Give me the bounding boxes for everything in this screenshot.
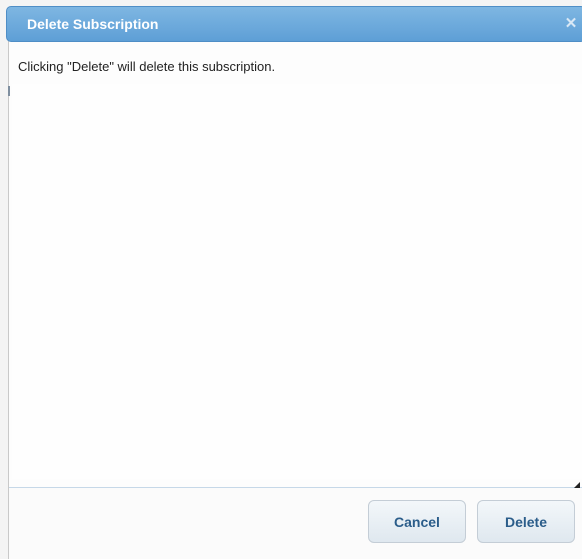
delete-button[interactable]: Delete bbox=[477, 500, 575, 543]
dialog-message: Clicking "Delete" will delete this subsc… bbox=[18, 59, 276, 74]
scroll-indicator bbox=[8, 86, 10, 96]
dialog-title: Delete Subscription bbox=[27, 16, 159, 32]
dialog-content-area bbox=[12, 84, 582, 479]
dialog-titlebar[interactable]: Delete Subscription ✕ bbox=[6, 6, 582, 42]
cancel-button[interactable]: Cancel bbox=[368, 500, 466, 543]
close-icon[interactable]: ✕ bbox=[562, 15, 580, 33]
